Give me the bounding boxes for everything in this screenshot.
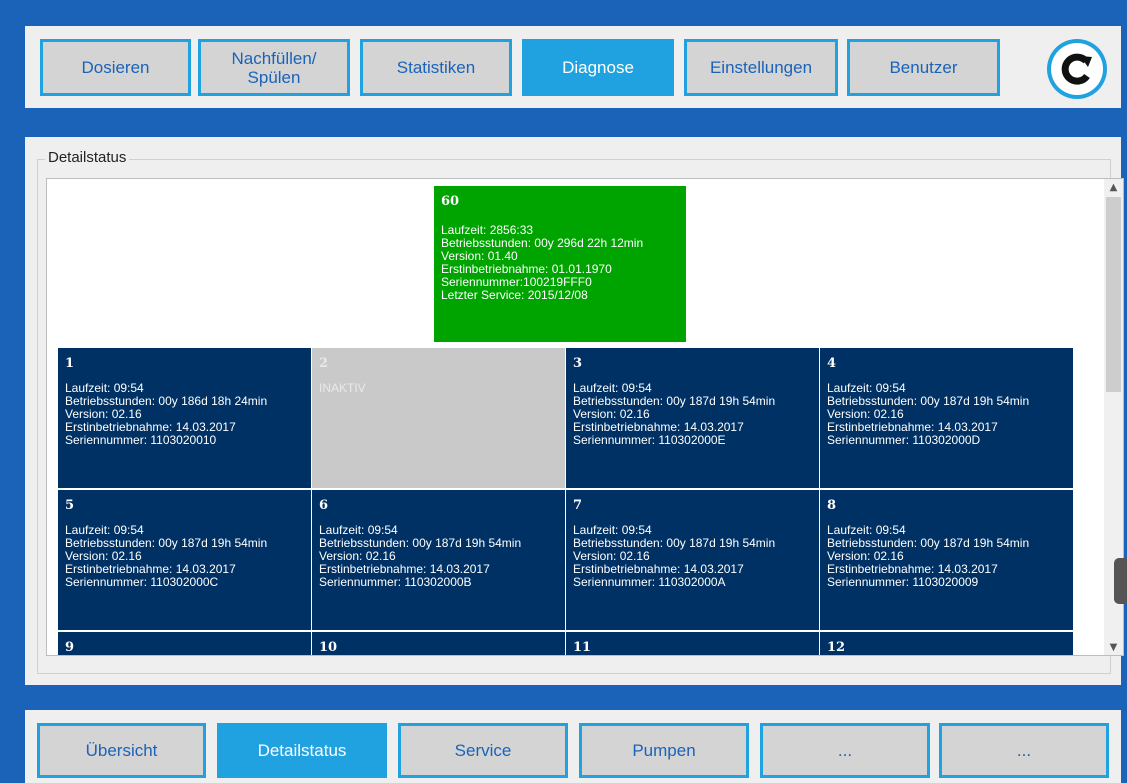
- tile-line: Seriennummer: 1103020009: [827, 575, 979, 589]
- tab-diagnose[interactable]: Diagnose: [522, 39, 674, 96]
- pump-tile-11[interactable]: 11: [566, 632, 819, 655]
- pump-tile-12[interactable]: 12: [820, 632, 1073, 655]
- tile-status: INAKTIV: [319, 381, 366, 395]
- tab-detailstatus[interactable]: Detailstatus: [217, 723, 387, 778]
- scrollbar-thumb[interactable]: [1106, 197, 1121, 392]
- tile-number: 9: [65, 640, 75, 655]
- tab-dosieren[interactable]: Dosieren: [40, 39, 191, 96]
- tile-number: 1: [65, 356, 75, 371]
- tile-number: 5: [65, 498, 75, 513]
- pump-tile-6[interactable]: 6 Laufzeit: 09:54 Betriebsstunden: 00y 1…: [312, 490, 565, 630]
- tile-number: 4: [827, 356, 837, 371]
- tab-more-2[interactable]: ...: [939, 723, 1109, 778]
- pump-tile-7[interactable]: 7 Laufzeit: 09:54 Betriebsstunden: 00y 1…: [566, 490, 819, 630]
- tile-line: Seriennummer: 110302000A: [573, 575, 726, 589]
- pump-tile-9[interactable]: 9: [58, 632, 311, 655]
- scroll-down-icon[interactable]: ▼: [1104, 639, 1123, 655]
- pump-tile-8[interactable]: 8 Laufzeit: 09:54 Betriebsstunden: 00y 1…: [820, 490, 1073, 630]
- group-title: Detailstatus: [45, 149, 130, 166]
- pump-tile-10[interactable]: 10: [312, 632, 565, 655]
- tile-number: 10: [319, 640, 338, 655]
- tile-number: 11: [573, 640, 592, 655]
- refresh-button[interactable]: [1047, 39, 1107, 99]
- tile-number: 6: [319, 498, 329, 513]
- side-handle[interactable]: [1114, 558, 1127, 604]
- tab-statistiken[interactable]: Statistiken: [360, 39, 512, 96]
- tile-number: 8: [827, 498, 837, 513]
- pump-tile-4[interactable]: 4 Laufzeit: 09:54 Betriebsstunden: 00y 1…: [820, 348, 1073, 488]
- scroll-up-icon[interactable]: ▲: [1104, 179, 1123, 196]
- refresh-icon: [1051, 43, 1103, 95]
- tab-einstellungen[interactable]: Einstellungen: [684, 39, 838, 96]
- pump-tile-5[interactable]: 5 Laufzeit: 09:54 Betriebsstunden: 00y 1…: [58, 490, 311, 630]
- bottom-navigation: Übersicht Detailstatus Service Pumpen ..…: [25, 710, 1121, 783]
- tile-line: Letzter Service: 2015/12/08: [441, 288, 588, 302]
- tile-line: Seriennummer: 110302000B: [319, 575, 472, 589]
- tab-more-1[interactable]: ...: [760, 723, 930, 778]
- content-panel: Detailstatus 60 Laufzeit: 2856:33 Betrie…: [25, 137, 1124, 685]
- pump-tile-3[interactable]: 3 Laufzeit: 09:54 Betriebsstunden: 00y 1…: [566, 348, 819, 488]
- top-navigation: Dosieren Nachfüllen/ Spülen Statistiken …: [25, 26, 1121, 108]
- main-unit-tile[interactable]: 60 Laufzeit: 2856:33 Betriebsstunden: 00…: [434, 186, 686, 342]
- tile-number: 7: [573, 498, 583, 513]
- tab-pumpen[interactable]: Pumpen: [579, 723, 749, 778]
- tab-nachfuellen-spuelen[interactable]: Nachfüllen/ Spülen: [198, 39, 350, 96]
- tile-line: Seriennummer: 110302000D: [827, 433, 981, 447]
- tab-service[interactable]: Service: [398, 723, 568, 778]
- pump-tile-1[interactable]: 1 Laufzeit: 09:54 Betriebsstunden: 00y 1…: [58, 348, 311, 488]
- tile-number: 12: [827, 640, 846, 655]
- tab-uebersicht[interactable]: Übersicht: [37, 723, 206, 778]
- tile-line: Seriennummer: 110302000C: [65, 575, 219, 589]
- tab-benutzer[interactable]: Benutzer: [847, 39, 1000, 96]
- tile-number: 3: [573, 356, 583, 371]
- tile-viewport[interactable]: 60 Laufzeit: 2856:33 Betriebsstunden: 00…: [46, 178, 1124, 656]
- tile-line: Seriennummer: 1103020010: [65, 433, 217, 447]
- tile-number: 60: [441, 194, 460, 209]
- tile-number: 2: [319, 356, 329, 371]
- pump-tile-2[interactable]: 2 INAKTIV: [312, 348, 565, 488]
- tile-line: Seriennummer: 110302000E: [573, 433, 726, 447]
